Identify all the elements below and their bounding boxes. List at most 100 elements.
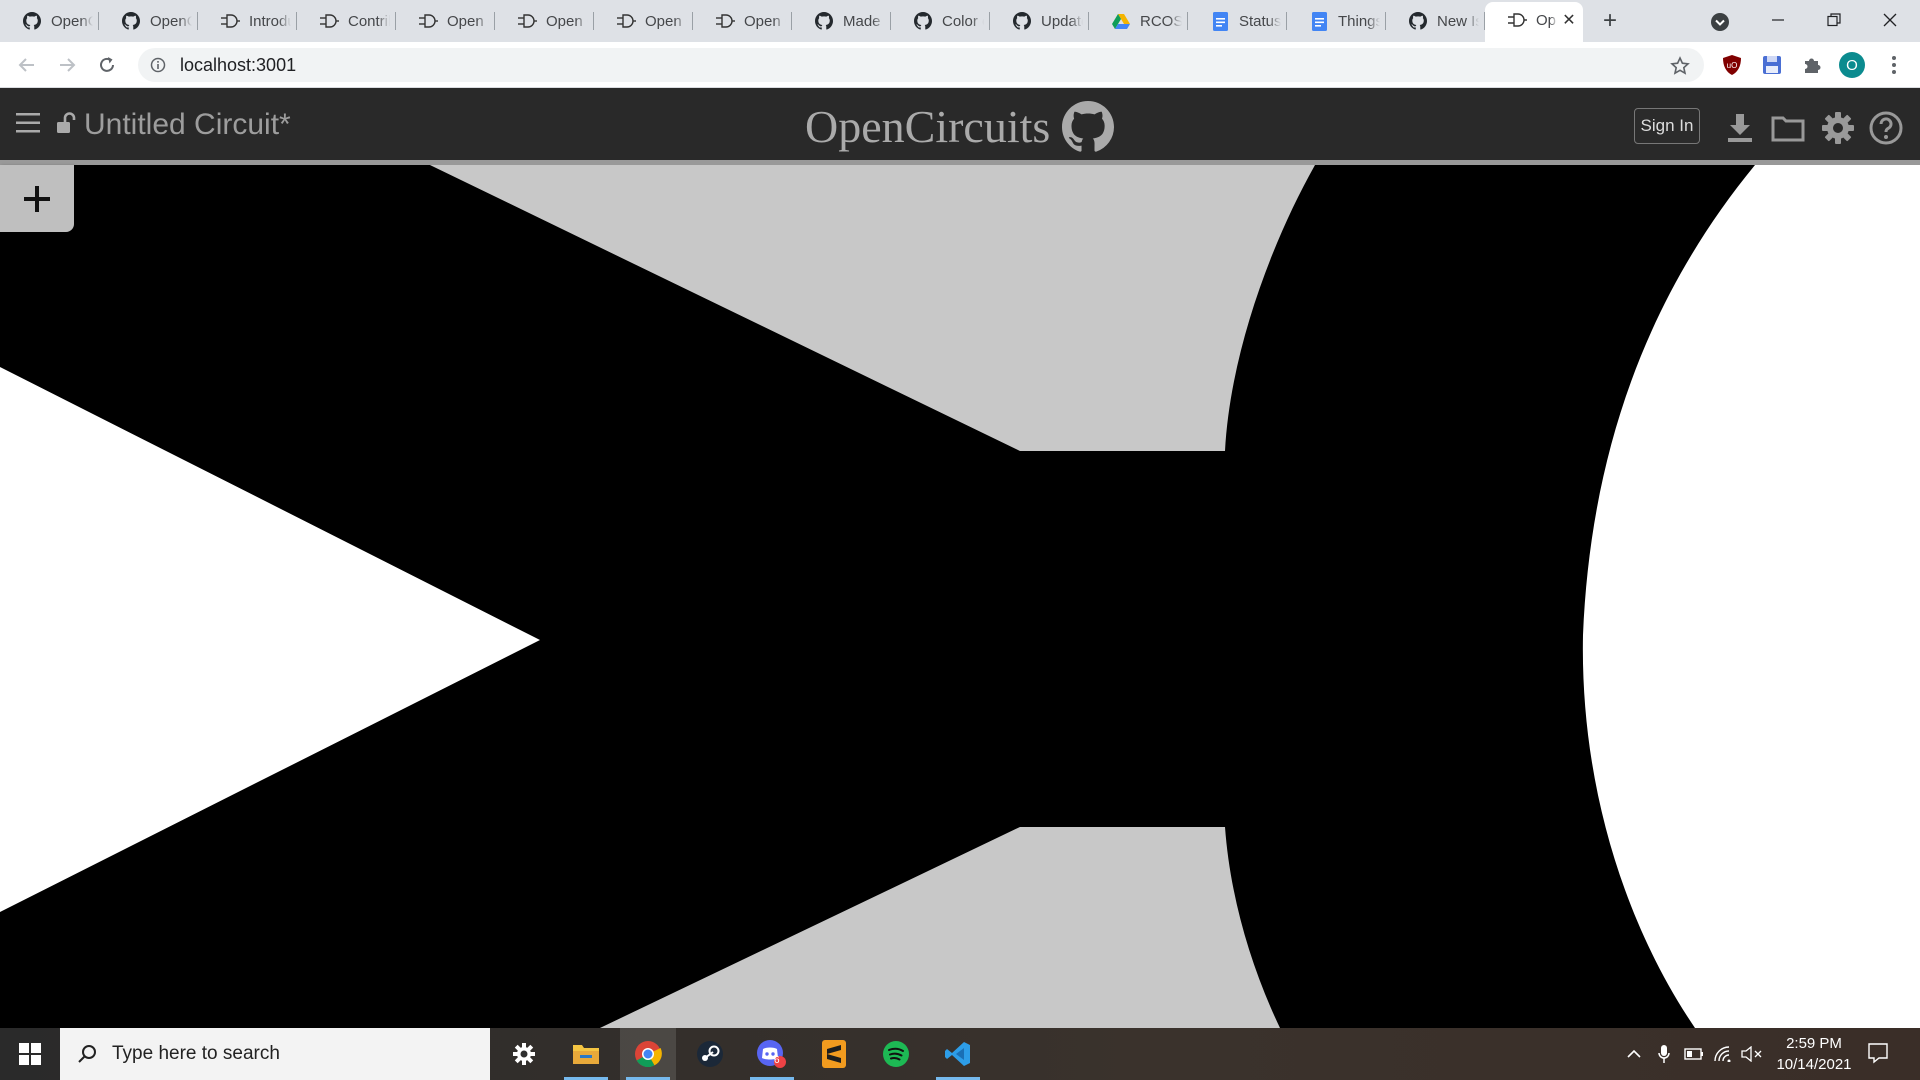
- address-bar[interactable]: localhost:3001: [138, 48, 1704, 82]
- taskbar-steam[interactable]: [682, 1028, 738, 1080]
- forward-button[interactable]: [52, 50, 82, 80]
- new-tab-button[interactable]: +: [1589, 4, 1631, 38]
- bookmark-star-icon[interactable]: [1670, 56, 1690, 76]
- save-extension-button[interactable]: [1758, 51, 1786, 79]
- browser-tab[interactable]: OpenCircuits: [99, 4, 198, 38]
- extensions-button[interactable]: [1798, 51, 1826, 79]
- browser-tab-title: Introduction: [249, 12, 291, 30]
- windows-taskbar: Type here to search 6 2:59 PM 10/14/2021: [0, 1028, 1920, 1080]
- browser-tab[interactable]: New Issue: [1386, 4, 1485, 38]
- battery-icon: [1684, 1048, 1703, 1060]
- folder-icon: [573, 1045, 599, 1064]
- taskbar-settings[interactable]: [496, 1028, 552, 1080]
- browser-tab[interactable]: Open Circuits: [693, 4, 792, 38]
- ublock-shield-icon: uO: [1723, 55, 1741, 75]
- browser-tab[interactable]: Open Circuits: [495, 4, 594, 38]
- opencircuits-icon: [1507, 10, 1527, 30]
- settings-gear-icon[interactable]: [1820, 110, 1856, 146]
- discord-notification-badge: 6: [774, 1055, 780, 1066]
- volume-muted-icon: [1741, 1046, 1762, 1062]
- github-icon: [1408, 11, 1428, 31]
- reload-button[interactable]: [92, 50, 122, 80]
- opencircuits-icon: [616, 11, 636, 31]
- url-text[interactable]: localhost:3001: [180, 55, 296, 76]
- sublime-text-icon: [822, 1040, 846, 1068]
- opencircuits-icon: [517, 11, 537, 31]
- download-icon[interactable]: [1722, 110, 1758, 146]
- settings-gear-icon: [513, 1043, 535, 1065]
- taskbar-search-placeholder: Type here to search: [112, 1043, 280, 1064]
- sign-in-button[interactable]: Sign In: [1634, 108, 1700, 144]
- taskbar-sublime-text[interactable]: [806, 1028, 862, 1080]
- browser-tab-title: Open Circuits: [744, 12, 786, 30]
- browser-tab-title: OpenCircuits: [150, 12, 192, 30]
- vscode-icon: [945, 1042, 970, 1066]
- add-component-button[interactable]: [0, 165, 74, 232]
- notification-icon: [1868, 1043, 1888, 1064]
- restore-button[interactable]: [1806, 0, 1862, 40]
- browser-tab[interactable]: Color of: [891, 4, 990, 38]
- close-tab-icon[interactable]: ✕: [1561, 10, 1577, 30]
- taskbar-spotify[interactable]: [868, 1028, 924, 1080]
- browser-tab[interactable]: RCOS -: [1089, 4, 1188, 38]
- browser-tab-title: Open Circuits: [447, 12, 489, 30]
- taskbar-discord[interactable]: 6: [744, 1028, 800, 1080]
- browser-toolbar: localhost:3001 uO O: [0, 42, 1920, 88]
- browser-tab[interactable]: Contributing: [297, 4, 396, 38]
- profile-button[interactable]: O: [1838, 51, 1866, 79]
- circuit-name-input[interactable]: Untitled Circuit*: [84, 108, 291, 142]
- floppy-disk-icon: [1763, 56, 1781, 74]
- clock-date: 10/14/2021: [1776, 1056, 1852, 1073]
- browser-tab[interactable]: OpenCircuits✕: [1485, 2, 1583, 42]
- close-window-button[interactable]: [1862, 0, 1918, 40]
- tray-battery[interactable]: [1682, 1042, 1706, 1066]
- browser-tab-title: RCOS -: [1140, 12, 1182, 30]
- action-center-button[interactable]: [1866, 1041, 1890, 1065]
- minimize-button[interactable]: [1750, 0, 1806, 40]
- taskbar-search-box[interactable]: Type here to search: [60, 1028, 490, 1080]
- start-button[interactable]: [0, 1028, 60, 1080]
- browser-tab-strip: OpenCircuits OpenCircuits Introduction Cont…: [0, 0, 1920, 42]
- taskbar-vscode[interactable]: [930, 1028, 986, 1080]
- google-docs-icon: [1309, 11, 1329, 31]
- browser-tab[interactable]: OpenCircuits: [0, 4, 99, 38]
- wifi-icon: [1714, 1046, 1731, 1062]
- browser-tab-title: Things: [1338, 12, 1380, 30]
- tray-volume[interactable]: [1740, 1042, 1764, 1066]
- browser-tab[interactable]: Things: [1287, 4, 1386, 38]
- github-icon[interactable]: [1062, 100, 1115, 153]
- unlocked-lock-icon[interactable]: [56, 112, 76, 134]
- tab-search-button[interactable]: [1708, 10, 1732, 34]
- github-icon: [913, 11, 933, 31]
- discord-icon: [757, 1040, 786, 1068]
- tray-overflow-button[interactable]: [1622, 1042, 1646, 1066]
- browser-tab[interactable]: Status U: [1188, 4, 1287, 38]
- browser-tab-title: Open Circuits: [645, 12, 687, 30]
- info-icon[interactable]: [150, 57, 166, 73]
- browser-tab-title: Open Circuits: [546, 12, 588, 30]
- taskbar-file-explorer[interactable]: [558, 1028, 614, 1080]
- github-icon: [121, 11, 141, 31]
- browser-menu-button[interactable]: [1880, 51, 1908, 79]
- hamburger-menu-icon[interactable]: [16, 112, 40, 134]
- help-question-icon[interactable]: [1868, 110, 1904, 146]
- chevron-up-icon: [1627, 1049, 1641, 1058]
- folder-open-icon[interactable]: [1770, 110, 1806, 146]
- back-button[interactable]: [12, 50, 42, 80]
- browser-tab[interactable]: Introduction: [198, 4, 297, 38]
- browser-tab[interactable]: Made by: [792, 4, 891, 38]
- clock-time: 2:59 PM: [1786, 1035, 1842, 1052]
- google-drive-icon: [1111, 11, 1131, 31]
- steam-icon: [697, 1041, 723, 1067]
- taskbar-clock[interactable]: 2:59 PM 10/14/2021: [1764, 1033, 1864, 1075]
- tray-microphone[interactable]: [1652, 1042, 1676, 1066]
- tray-network[interactable]: [1712, 1042, 1736, 1066]
- github-icon: [814, 11, 834, 31]
- browser-tab[interactable]: Update: [990, 4, 1089, 38]
- browser-tab[interactable]: Open Circuits: [396, 4, 495, 38]
- taskbar-chrome[interactable]: [620, 1028, 676, 1080]
- ublock-extension-button[interactable]: uO: [1718, 51, 1746, 79]
- browser-tab[interactable]: Open Circuits: [594, 4, 693, 38]
- circuit-canvas[interactable]: [0, 165, 1920, 1028]
- opencircuits-icon: [715, 11, 735, 31]
